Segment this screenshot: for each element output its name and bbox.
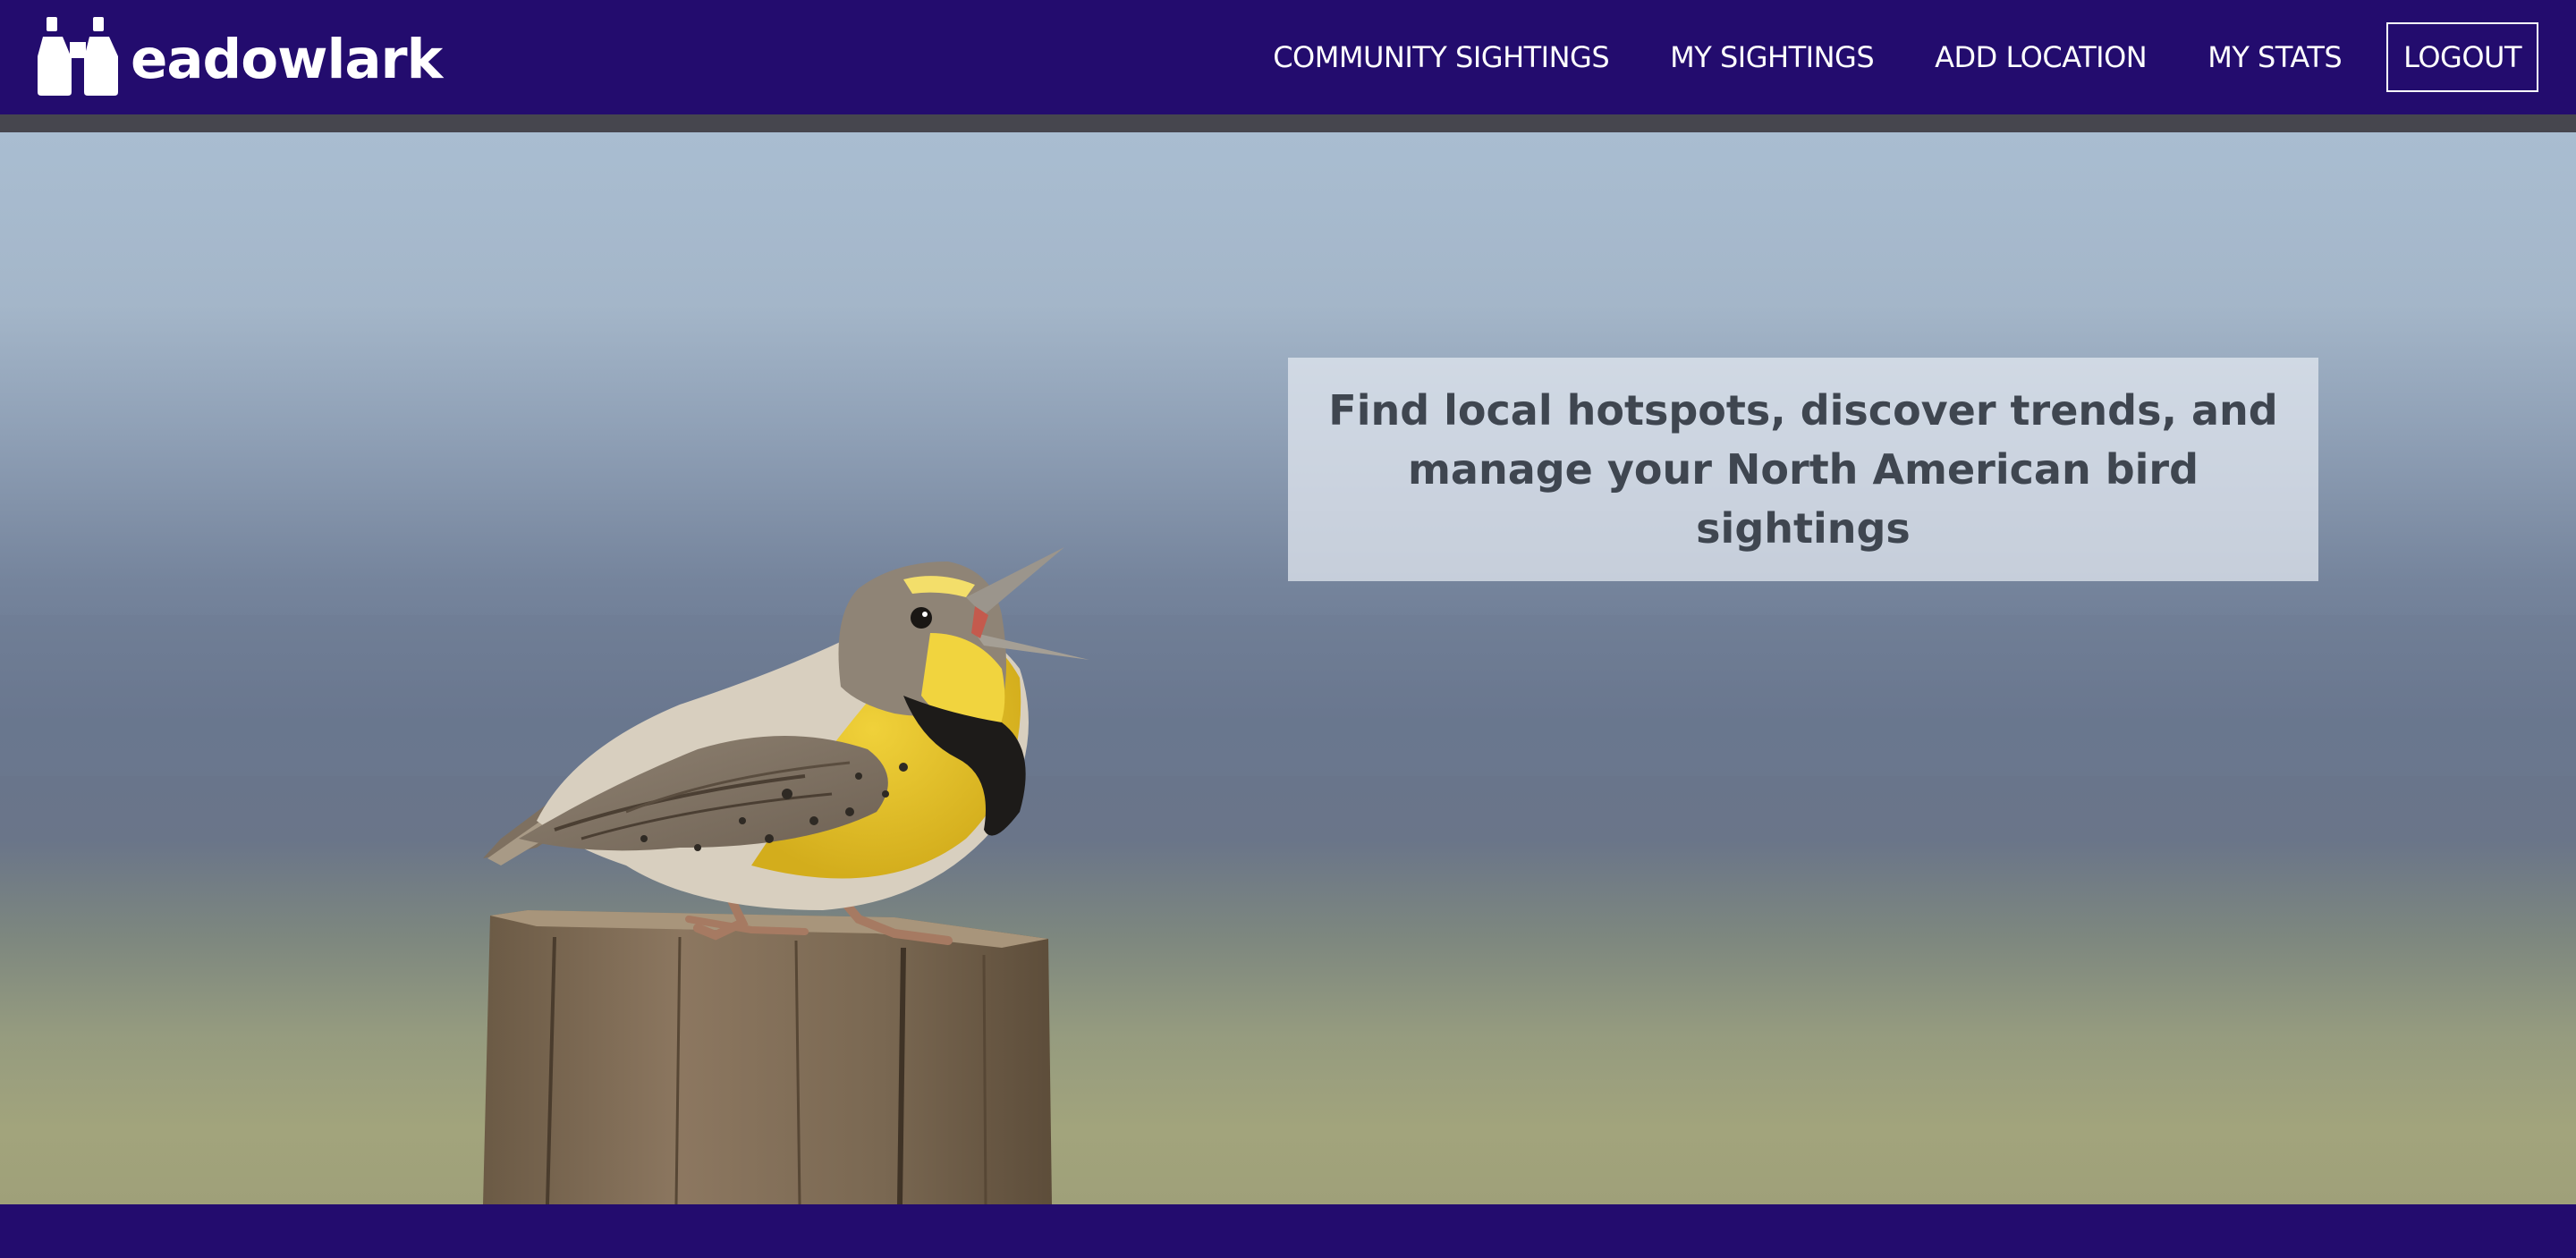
fence-post	[483, 910, 1052, 1204]
navbar: eadowlark COMMUNITY SIGHTINGS MY SIGHTIN…	[0, 0, 2576, 114]
nav-community-sightings[interactable]: COMMUNITY SIGHTINGS	[1273, 40, 1609, 74]
logout-button[interactable]: LOGOUT	[2386, 22, 2538, 92]
binoculars-icon	[38, 17, 118, 96]
brand-home-link[interactable]: eadowlark	[38, 0, 443, 114]
hero-banner: Find local hotspots, discover trends, an…	[0, 132, 2576, 1204]
tagline-box: Find local hotspots, discover trends, an…	[1288, 358, 2318, 581]
navbar-shadow	[0, 114, 2576, 132]
brand-name: eadowlark	[131, 27, 443, 91]
hero-tagline: Find local hotspots, discover trends, an…	[1328, 386, 2278, 553]
nav-my-sightings[interactable]: MY SIGHTINGS	[1670, 40, 1874, 74]
footer-bar	[0, 1204, 2576, 1258]
meadowlark-photo	[0, 547, 2576, 1204]
nav-my-stats[interactable]: MY STATS	[2207, 40, 2342, 74]
nav-links: COMMUNITY SIGHTINGS MY SIGHTINGS ADD LOC…	[1212, 0, 2538, 114]
nav-add-location[interactable]: ADD LOCATION	[1935, 40, 2148, 74]
